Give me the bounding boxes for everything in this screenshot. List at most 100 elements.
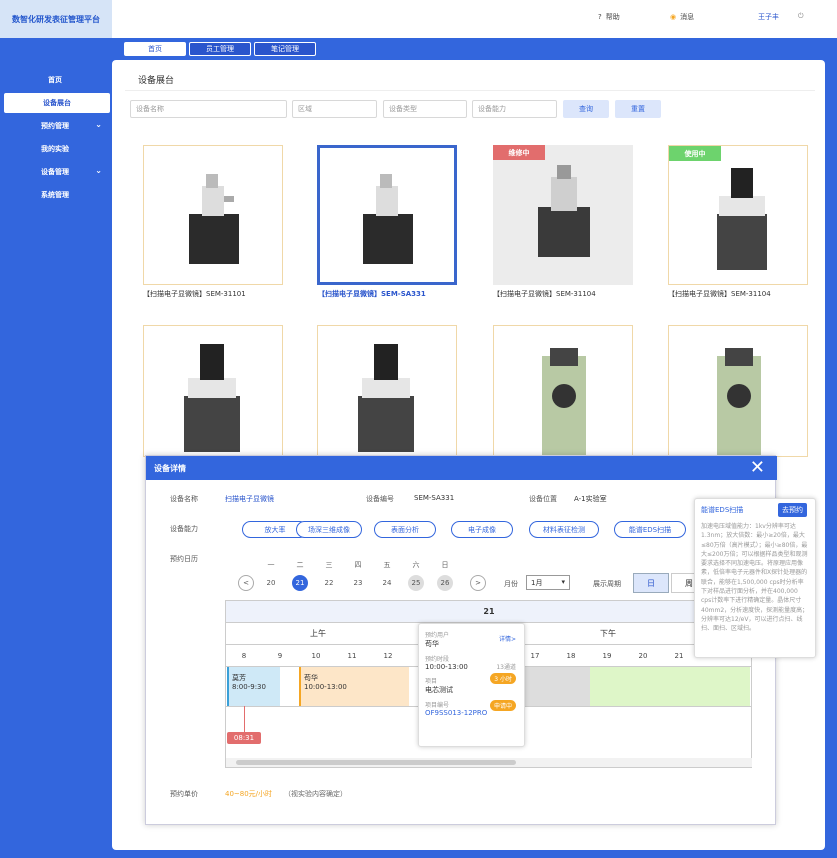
capability-chip[interactable]: 电子成像: [451, 521, 513, 538]
region-input[interactable]: 区域: [292, 100, 377, 118]
sidebar-item-label: 设备展台: [43, 99, 71, 107]
help-button[interactable]: ? 帮助: [598, 12, 620, 22]
device-card[interactable]: 使用中: [668, 145, 808, 285]
capability-chip[interactable]: 材料表征检测: [529, 521, 599, 538]
detail-link[interactable]: 详情>: [499, 634, 516, 643]
hour-label: 9: [277, 652, 283, 660]
device-caption: 【扫描电子显微镜】SEM-31104: [493, 290, 596, 298]
month-value: 1月: [531, 579, 543, 587]
capability-chip[interactable]: 场深三维成像: [296, 521, 362, 538]
hour-label: 20: [638, 652, 648, 660]
location-label: 设备位置: [529, 495, 557, 503]
help-label: 帮助: [605, 13, 620, 21]
period-day-button[interactable]: 日: [633, 573, 669, 593]
sidebar-item-showcase[interactable]: 设备展台: [4, 93, 110, 113]
hour-label: 18: [566, 652, 576, 660]
project-value: 电芯测试: [425, 686, 453, 694]
device-card[interactable]: [143, 145, 283, 285]
code-label: 设备编号: [366, 495, 394, 503]
top-bar: [0, 0, 837, 38]
current-time-marker: 08:31: [227, 732, 261, 744]
code-value: SEM-SA331: [414, 494, 455, 502]
hour-label: 10: [311, 652, 321, 660]
capability-chip[interactable]: 能谱EDS扫描: [614, 521, 686, 538]
weekday: 三: [325, 561, 333, 569]
sidebar-item-devices[interactable]: 设备管理 ⌄: [0, 162, 110, 182]
prev-week-button[interactable]: <: [238, 575, 254, 591]
device-card[interactable]: [668, 325, 808, 457]
device-card-selected[interactable]: [317, 145, 457, 285]
chevron-down-icon: ▾: [561, 578, 565, 586]
day-cell[interactable]: 25: [408, 575, 424, 591]
help-icon: ?: [598, 13, 602, 21]
price-value: 40~80元/小时: [225, 790, 273, 798]
sem-image: [363, 174, 413, 264]
reset-button[interactable]: 重置: [615, 100, 661, 118]
popover-description: 加速电压域值能力：1kv分辨率可达1.3nm；放大倍数：最小≥20倍，最大≤80…: [701, 523, 809, 633]
tab-staff[interactable]: 员工管理: [189, 42, 251, 56]
sidebar-item-experiments[interactable]: 我的实验: [0, 139, 110, 159]
day-cell-selected[interactable]: 21: [292, 575, 308, 591]
weekday: 日: [441, 561, 449, 569]
user-name[interactable]: 王子丰: [758, 12, 779, 22]
sidebar-item-system[interactable]: 系统管理: [0, 185, 110, 205]
day-cell[interactable]: 26: [437, 575, 453, 591]
chevron-down-icon: ⌄: [95, 120, 102, 129]
day-cell[interactable]: 24: [379, 575, 395, 591]
duration-badge: 3 小时: [490, 673, 516, 684]
messages-button[interactable]: ◉ 消息: [670, 12, 694, 22]
available-slot[interactable]: [590, 667, 750, 706]
calendar-label: 预约日历: [170, 555, 198, 563]
weekday: 四: [354, 561, 362, 569]
tab-notes[interactable]: 笔记管理: [254, 42, 316, 56]
device-card[interactable]: 维修中: [493, 145, 633, 285]
book-now-button[interactable]: 去预约: [778, 503, 807, 517]
power-icon[interactable]: ⏻: [798, 12, 804, 21]
capability-input[interactable]: 设备能力: [472, 100, 557, 118]
weekday: 二: [296, 561, 304, 569]
next-week-button[interactable]: >: [470, 575, 486, 591]
blocked-slot: [518, 667, 590, 706]
booking-name: 苟华: [304, 674, 318, 682]
close-icon[interactable]: ✕: [750, 458, 765, 478]
capability-chip[interactable]: 表面分析: [374, 521, 436, 538]
tab-home[interactable]: 首页: [124, 42, 186, 56]
scrollbar-thumb[interactable]: [236, 760, 516, 765]
current-time-line: [244, 706, 245, 732]
device-type-input[interactable]: 设备类型: [383, 100, 467, 118]
booking-block[interactable]: 莫芳 8:00-9:30: [227, 667, 280, 706]
modal-header: 设备详情: [146, 456, 777, 480]
period-label: 展示周期: [593, 580, 621, 588]
status-badge: 使用中: [669, 146, 721, 161]
day-header: 21: [226, 601, 752, 623]
bell-icon: ◉: [670, 13, 677, 21]
name-value: 扫描电子显微镜: [225, 495, 274, 503]
capability-popover: 能谱EDS扫描 去预约 加速电压域值能力：1kv分辨率可达1.3nm；放大倍数：…: [694, 498, 816, 658]
price-note: （视实验内容确定）: [284, 790, 347, 798]
booking-block[interactable]: 苟华 10:00-13:00: [299, 667, 409, 706]
sem-image: [717, 168, 767, 270]
divider: [125, 90, 815, 91]
device-caption: 【扫描电子显微镜】SEM-SA331: [318, 290, 426, 298]
device-name-input[interactable]: 设备名称: [130, 100, 287, 118]
pm-label: 下午: [600, 629, 616, 638]
chevron-down-icon: ⌄: [95, 166, 102, 175]
booking-time: 10:00-13:00: [304, 683, 347, 691]
total-station-image: [542, 348, 586, 456]
hour-label: 8: [241, 652, 247, 660]
device-card[interactable]: [143, 325, 283, 457]
weekday: 六: [412, 561, 420, 569]
month-select[interactable]: 1月 ▾: [526, 575, 570, 590]
sidebar-item-booking[interactable]: 预约管理 ⌄: [0, 116, 110, 136]
query-button[interactable]: 查询: [563, 100, 609, 118]
day-cell[interactable]: 22: [321, 575, 337, 591]
device-caption: 【扫描电子显微镜】SEM-31104: [668, 290, 771, 298]
hour-label: 12: [383, 652, 393, 660]
day-cell[interactable]: 20: [263, 575, 279, 591]
day-cell[interactable]: 23: [350, 575, 366, 591]
device-card[interactable]: [317, 325, 457, 457]
device-card[interactable]: [493, 325, 633, 457]
hour-label: 21: [674, 652, 684, 660]
sidebar-item-home[interactable]: 首页: [0, 70, 110, 90]
app-title: 数智化研发表征管理平台: [0, 0, 112, 38]
